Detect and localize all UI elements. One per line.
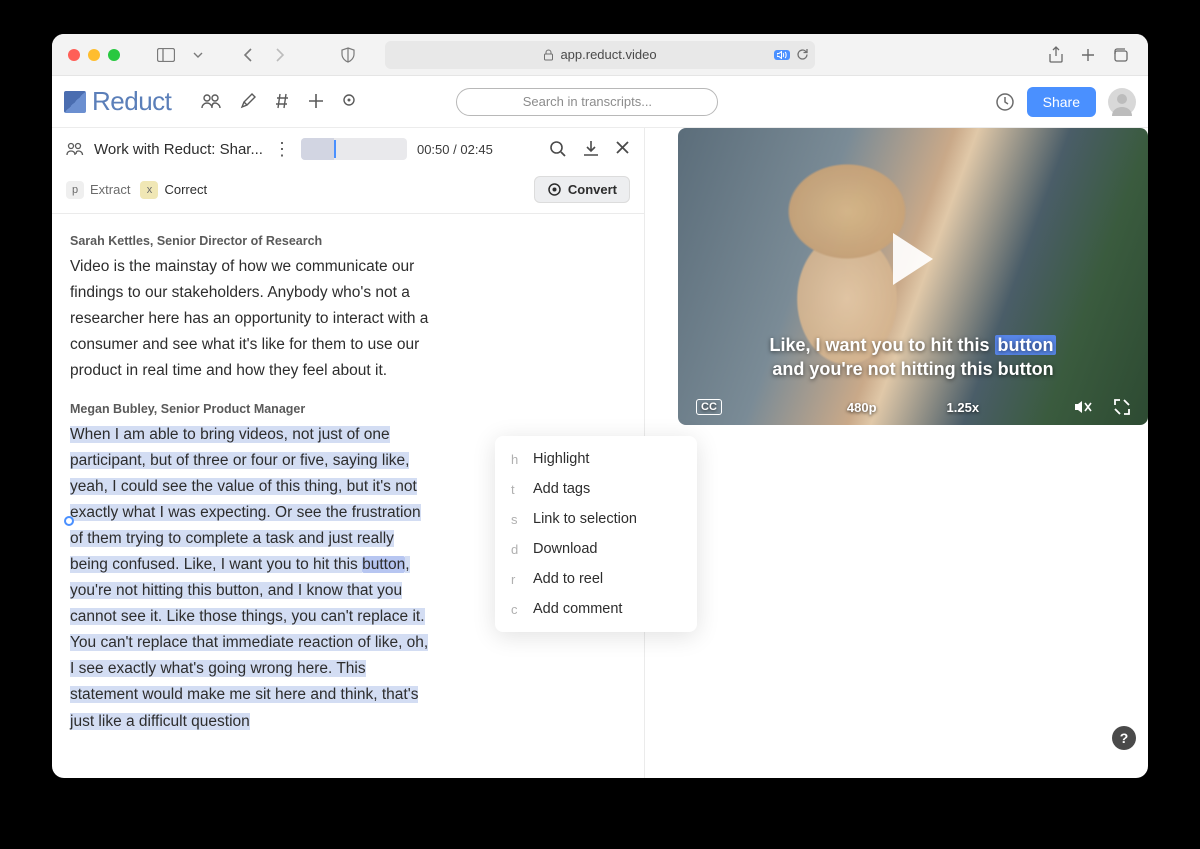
address-bar-actions [774, 48, 809, 61]
closed-captions-toggle[interactable]: CC [696, 399, 722, 415]
play-icon[interactable] [893, 233, 933, 285]
reload-icon[interactable] [796, 48, 809, 61]
avatar[interactable] [1108, 88, 1136, 116]
maximize-window-button[interactable] [108, 49, 120, 61]
highlighted-word: button [362, 556, 405, 573]
fullscreen-icon[interactable] [1114, 399, 1130, 415]
app-logo[interactable]: Reduct [64, 86, 171, 117]
ctx-download[interactable]: dDownload [495, 534, 697, 564]
ctx-add-comment[interactable]: cAdd comment [495, 594, 697, 624]
ctx-add-tags[interactable]: tAdd tags [495, 474, 697, 504]
speed-selector[interactable]: 1.25x [947, 400, 980, 415]
speaker-label: Sarah Kettles, Senior Director of Resear… [70, 234, 436, 248]
document-header: Work with Reduct: Shar... ⋮ 00:50 / 02:4… [52, 128, 644, 170]
search-in-doc-icon[interactable] [549, 140, 567, 158]
address-url: app.reduct.video [560, 47, 656, 62]
correct-key: x [140, 181, 158, 199]
audio-playing-icon[interactable] [774, 50, 790, 60]
transcript-paragraph[interactable]: When I am able to bring videos, not just… [70, 422, 436, 734]
search-input[interactable]: Search in transcripts... [456, 88, 718, 116]
browser-window: app.reduct.video Reduct [52, 34, 1148, 778]
speaker-label: Megan Bubley, Senior Product Manager [70, 402, 436, 416]
mute-icon[interactable] [1074, 399, 1092, 415]
extract-label: Extract [90, 182, 130, 197]
address-bar[interactable]: app.reduct.video [385, 41, 815, 69]
transcript-paragraph[interactable]: Video is the mainstay of how we communic… [70, 254, 436, 384]
logo-mark-icon [64, 91, 86, 113]
share-icon[interactable] [1044, 43, 1068, 67]
main-content: Work with Reduct: Shar... ⋮ 00:50 / 02:4… [52, 128, 1148, 778]
extract-action[interactable]: p Extract [66, 181, 130, 199]
document-menu-icon[interactable]: ⋮ [273, 139, 291, 160]
find-icon[interactable] [342, 93, 358, 110]
time-display: 00:50 / 02:45 [417, 142, 493, 157]
history-icon[interactable] [995, 92, 1015, 112]
shield-icon[interactable] [336, 43, 360, 67]
brand-name: Reduct [92, 86, 171, 117]
toolbar-icons [201, 93, 358, 110]
selection-start-handle[interactable] [64, 516, 74, 526]
topbar-right: Share [995, 87, 1136, 117]
search-placeholder: Search in transcripts... [523, 94, 652, 109]
extract-key: p [66, 181, 84, 199]
help-button[interactable]: ? [1112, 726, 1136, 750]
video-controls: CC 480p 1.25x [678, 399, 1148, 415]
progress-fill [301, 138, 334, 160]
video-caption: Like, I want you to hit this button and … [678, 334, 1148, 381]
document-tools [549, 140, 630, 158]
video-player[interactable]: Like, I want you to hit this button and … [678, 128, 1148, 425]
convert-icon [547, 182, 562, 197]
document-title: Work with Reduct: Shar... [94, 141, 263, 158]
back-button[interactable] [236, 43, 260, 67]
plus-icon[interactable] [308, 93, 324, 110]
correct-action[interactable]: x Correct [140, 181, 207, 199]
minimize-window-button[interactable] [88, 49, 100, 61]
new-tab-icon[interactable] [1076, 43, 1100, 67]
side-area: hHighlight tAdd tags sLink to selection … [645, 128, 1148, 778]
quality-selector[interactable]: 480p [847, 400, 877, 415]
ctx-highlight[interactable]: hHighlight [495, 444, 697, 474]
selection-context-menu: hHighlight tAdd tags sLink to selection … [495, 436, 697, 632]
app-topbar: Reduct Search in transcripts... [52, 76, 1148, 128]
dropdown-chevron-icon[interactable] [186, 43, 210, 67]
download-icon[interactable] [583, 140, 599, 158]
close-window-button[interactable] [68, 49, 80, 61]
ctx-link-selection[interactable]: sLink to selection [495, 504, 697, 534]
hash-icon[interactable] [274, 93, 290, 110]
tabs-overview-icon[interactable] [1108, 43, 1132, 67]
browser-titlebar: app.reduct.video [52, 34, 1148, 76]
share-button[interactable]: Share [1027, 87, 1096, 117]
forward-button[interactable] [268, 43, 292, 67]
lock-icon [543, 49, 554, 61]
playhead[interactable] [334, 140, 336, 158]
playback-progress[interactable] [301, 138, 407, 160]
ctx-add-to-reel[interactable]: rAdd to reel [495, 564, 697, 594]
people-icon[interactable] [201, 93, 221, 110]
highlighter-icon[interactable] [239, 93, 256, 110]
document-subbar: p Extract x Correct Convert [52, 170, 644, 214]
sidebar-toggle-icon[interactable] [154, 43, 178, 67]
close-icon[interactable] [615, 140, 630, 158]
convert-button[interactable]: Convert [534, 176, 630, 203]
window-controls [68, 49, 120, 61]
correct-label: Correct [164, 182, 207, 197]
people-small-icon [66, 141, 84, 157]
